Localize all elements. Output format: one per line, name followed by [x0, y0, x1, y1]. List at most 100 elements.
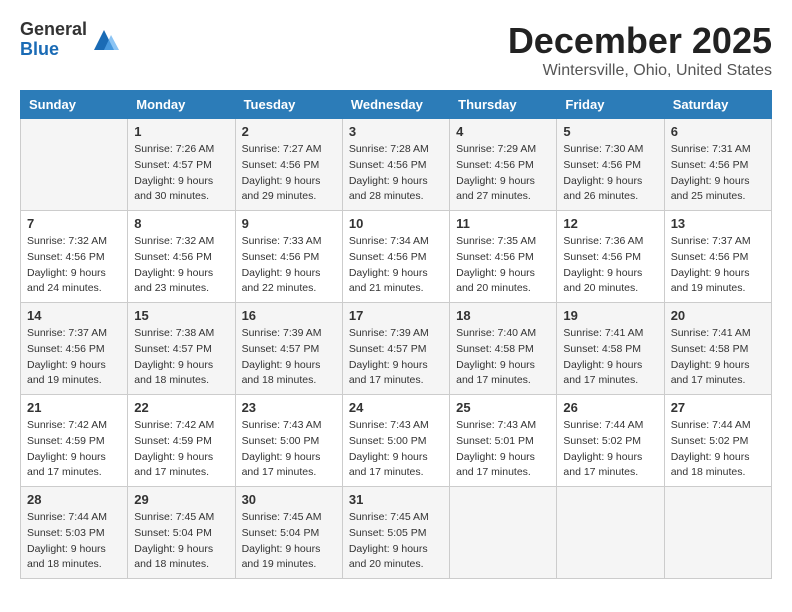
calendar-cell: 15 Sunrise: 7:38 AMSunset: 4:57 PMDayligh… [128, 303, 235, 395]
month-title: December 2025 [508, 20, 772, 62]
calendar-cell: 23 Sunrise: 7:43 AMSunset: 5:00 PMDayligh… [235, 395, 342, 487]
day-info: Sunrise: 7:44 AMSunset: 5:02 PMDaylight:… [563, 418, 657, 481]
calendar-table: SundayMondayTuesdayWednesdayThursdayFrid… [20, 90, 772, 579]
calendar-cell: 4 Sunrise: 7:29 AMSunset: 4:56 PMDaylight… [450, 119, 557, 211]
calendar-cell: 17 Sunrise: 7:39 AMSunset: 4:57 PMDayligh… [342, 303, 449, 395]
page-header: General Blue December 2025 Wintersville,… [20, 20, 772, 80]
day-number: 25 [456, 400, 550, 415]
logo: General Blue [20, 20, 119, 60]
week-row-3: 14 Sunrise: 7:37 AMSunset: 4:56 PMDayligh… [21, 303, 772, 395]
day-number: 24 [349, 400, 443, 415]
day-number: 26 [563, 400, 657, 415]
calendar-cell: 31 Sunrise: 7:45 AMSunset: 5:05 PMDayligh… [342, 487, 449, 579]
calendar-cell: 20 Sunrise: 7:41 AMSunset: 4:58 PMDayligh… [664, 303, 771, 395]
day-info: Sunrise: 7:42 AMSunset: 4:59 PMDaylight:… [134, 418, 228, 481]
calendar-cell: 29 Sunrise: 7:45 AMSunset: 5:04 PMDayligh… [128, 487, 235, 579]
header-monday: Monday [128, 91, 235, 119]
day-number: 29 [134, 492, 228, 507]
week-row-1: 1Sunrise: 7:26 AMSunset: 4:57 PMDaylight… [21, 119, 772, 211]
calendar-cell: 16 Sunrise: 7:39 AMSunset: 4:57 PMDayligh… [235, 303, 342, 395]
day-info: Sunrise: 7:34 AMSunset: 4:56 PMDaylight:… [349, 234, 443, 297]
day-number: 18 [456, 308, 550, 323]
calendar-cell: 11 Sunrise: 7:35 AMSunset: 4:56 PMDayligh… [450, 211, 557, 303]
calendar-cell [557, 487, 664, 579]
header-sunday: Sunday [21, 91, 128, 119]
day-info: Sunrise: 7:36 AMSunset: 4:56 PMDaylight:… [563, 234, 657, 297]
calendar-cell [450, 487, 557, 579]
calendar-cell: 12 Sunrise: 7:36 AMSunset: 4:56 PMDayligh… [557, 211, 664, 303]
day-number: 16 [242, 308, 336, 323]
calendar-cell: 9 Sunrise: 7:33 AMSunset: 4:56 PMDaylight… [235, 211, 342, 303]
day-info: Sunrise: 7:43 AMSunset: 5:01 PMDaylight:… [456, 418, 550, 481]
calendar-cell: 30Sunrise: 7:45 AMSunset: 5:04 PMDayligh… [235, 487, 342, 579]
day-info: Sunrise: 7:39 AMSunset: 4:57 PMDaylight:… [349, 326, 443, 389]
calendar-cell: 21 Sunrise: 7:42 AMSunset: 4:59 PMDayligh… [21, 395, 128, 487]
day-number: 23 [242, 400, 336, 415]
day-info: Sunrise: 7:35 AMSunset: 4:56 PMDaylight:… [456, 234, 550, 297]
calendar-cell: 8 Sunrise: 7:32 AMSunset: 4:56 PMDaylight… [128, 211, 235, 303]
day-number: 17 [349, 308, 443, 323]
logo-icon [89, 25, 119, 55]
calendar-cell: 28Sunrise: 7:44 AMSunset: 5:03 PMDayligh… [21, 487, 128, 579]
day-number: 20 [671, 308, 765, 323]
day-number: 11 [456, 216, 550, 231]
day-info: Sunrise: 7:26 AMSunset: 4:57 PMDaylight:… [134, 142, 228, 205]
day-number: 21 [27, 400, 121, 415]
calendar-cell: 18 Sunrise: 7:40 AMSunset: 4:58 PMDayligh… [450, 303, 557, 395]
day-number: 31 [349, 492, 443, 507]
day-info: Sunrise: 7:31 AMSunset: 4:56 PMDaylight:… [671, 142, 765, 205]
calendar-cell [21, 119, 128, 211]
day-info: Sunrise: 7:39 AMSunset: 4:57 PMDaylight:… [242, 326, 336, 389]
week-row-2: 7 Sunrise: 7:32 AMSunset: 4:56 PMDaylight… [21, 211, 772, 303]
day-info: Sunrise: 7:32 AMSunset: 4:56 PMDaylight:… [134, 234, 228, 297]
day-number: 9 [242, 216, 336, 231]
calendar-cell: 3 Sunrise: 7:28 AMSunset: 4:56 PMDaylight… [342, 119, 449, 211]
calendar-cell: 10Sunrise: 7:34 AMSunset: 4:56 PMDayligh… [342, 211, 449, 303]
calendar-cell: 22Sunrise: 7:42 AMSunset: 4:59 PMDayligh… [128, 395, 235, 487]
day-info: Sunrise: 7:41 AMSunset: 4:58 PMDaylight:… [671, 326, 765, 389]
day-info: Sunrise: 7:37 AMSunset: 4:56 PMDaylight:… [27, 326, 121, 389]
day-number: 30 [242, 492, 336, 507]
calendar-cell: 13Sunrise: 7:37 AMSunset: 4:56 PMDayligh… [664, 211, 771, 303]
day-info: Sunrise: 7:41 AMSunset: 4:58 PMDaylight:… [563, 326, 657, 389]
day-number: 3 [349, 124, 443, 139]
calendar-cell: 19Sunrise: 7:41 AMSunset: 4:58 PMDayligh… [557, 303, 664, 395]
day-info: Sunrise: 7:33 AMSunset: 4:56 PMDaylight:… [242, 234, 336, 297]
header-tuesday: Tuesday [235, 91, 342, 119]
location: Wintersville, Ohio, United States [508, 62, 772, 80]
day-number: 4 [456, 124, 550, 139]
header-friday: Friday [557, 91, 664, 119]
week-row-5: 28Sunrise: 7:44 AMSunset: 5:03 PMDayligh… [21, 487, 772, 579]
day-info: Sunrise: 7:28 AMSunset: 4:56 PMDaylight:… [349, 142, 443, 205]
day-number: 27 [671, 400, 765, 415]
calendar-cell: 26 Sunrise: 7:44 AMSunset: 5:02 PMDayligh… [557, 395, 664, 487]
day-info: Sunrise: 7:42 AMSunset: 4:59 PMDaylight:… [27, 418, 121, 481]
day-info: Sunrise: 7:29 AMSunset: 4:56 PMDaylight:… [456, 142, 550, 205]
day-info: Sunrise: 7:43 AMSunset: 5:00 PMDaylight:… [242, 418, 336, 481]
day-info: Sunrise: 7:32 AMSunset: 4:56 PMDaylight:… [27, 234, 121, 297]
day-info: Sunrise: 7:45 AMSunset: 5:04 PMDaylight:… [134, 510, 228, 573]
day-info: Sunrise: 7:40 AMSunset: 4:58 PMDaylight:… [456, 326, 550, 389]
day-info: Sunrise: 7:38 AMSunset: 4:57 PMDaylight:… [134, 326, 228, 389]
calendar-cell: 24Sunrise: 7:43 AMSunset: 5:00 PMDayligh… [342, 395, 449, 487]
calendar-cell: 2Sunrise: 7:27 AMSunset: 4:56 PMDaylight… [235, 119, 342, 211]
title-block: December 2025 Wintersville, Ohio, United… [508, 20, 772, 80]
header-saturday: Saturday [664, 91, 771, 119]
day-number: 8 [134, 216, 228, 231]
day-number: 7 [27, 216, 121, 231]
calendar-cell: 27Sunrise: 7:44 AMSunset: 5:02 PMDayligh… [664, 395, 771, 487]
header-thursday: Thursday [450, 91, 557, 119]
calendar-header-row: SundayMondayTuesdayWednesdayThursdayFrid… [21, 91, 772, 119]
day-number: 6 [671, 124, 765, 139]
day-number: 2 [242, 124, 336, 139]
calendar-cell: 6 Sunrise: 7:31 AMSunset: 4:56 PMDaylight… [664, 119, 771, 211]
day-info: Sunrise: 7:45 AMSunset: 5:05 PMDaylight:… [349, 510, 443, 573]
calendar-cell: 5Sunrise: 7:30 AMSunset: 4:56 PMDaylight… [557, 119, 664, 211]
logo-general: General [20, 20, 87, 40]
header-wednesday: Wednesday [342, 91, 449, 119]
day-number: 28 [27, 492, 121, 507]
day-number: 14 [27, 308, 121, 323]
calendar-cell: 25 Sunrise: 7:43 AMSunset: 5:01 PMDayligh… [450, 395, 557, 487]
day-number: 15 [134, 308, 228, 323]
day-number: 12 [563, 216, 657, 231]
